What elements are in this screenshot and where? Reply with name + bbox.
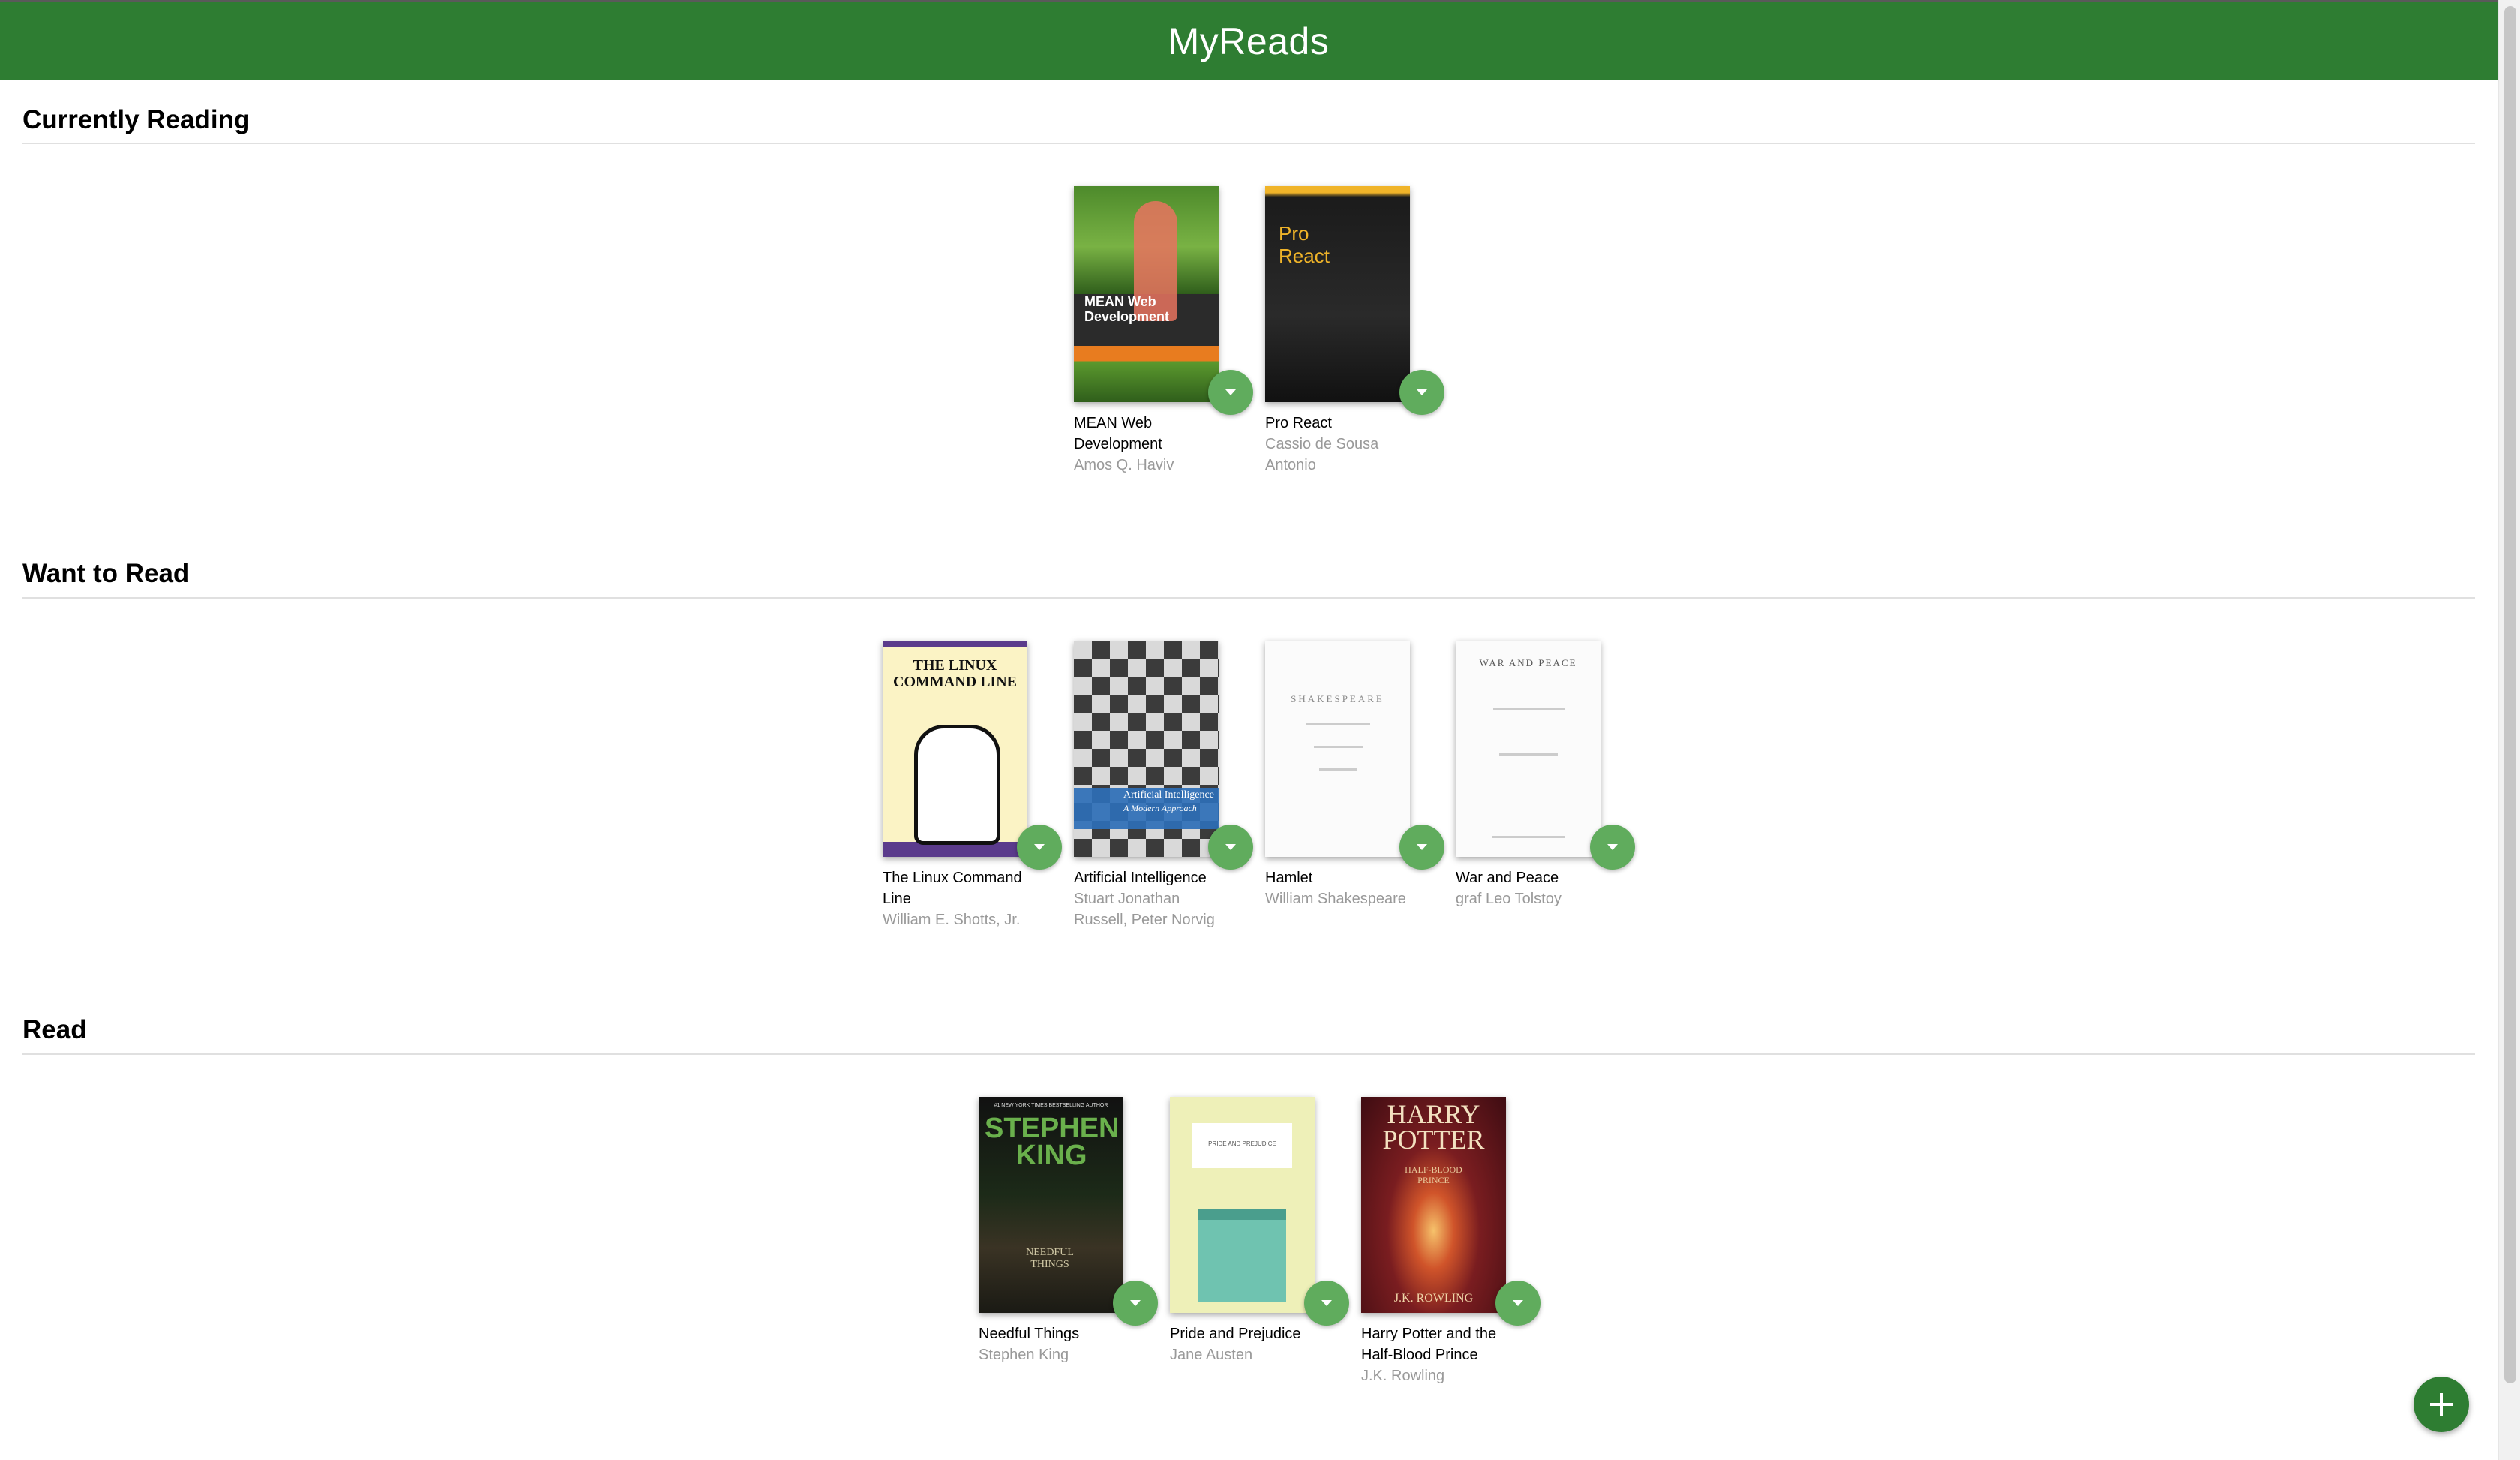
book-cover[interactable]: MEAN Web Development xyxy=(1074,186,1219,402)
text-line xyxy=(1493,708,1564,710)
scrollbar-thumb[interactable] xyxy=(2504,6,2516,1383)
cover-subtitle: HALF-BLOOD PRINCE xyxy=(1405,1164,1462,1185)
cover-author: STEPHEN KING xyxy=(985,1113,1120,1171)
cover-top-line: #1 NEW YORK TIMES BESTSELLING AUTHOR xyxy=(994,1103,1108,1108)
book-title: MEAN Web Development xyxy=(1074,415,1162,452)
shelf-changer-button[interactable] xyxy=(1590,825,1635,870)
text-line xyxy=(1314,746,1363,748)
shelf-changer-button[interactable] xyxy=(1400,370,1444,415)
cover-title: NEEDFUL THINGS xyxy=(1026,1247,1074,1270)
app-title: MyReads xyxy=(1168,20,1330,62)
shelf-changer-button[interactable] xyxy=(1400,825,1444,870)
shelf-title: Read xyxy=(22,1015,87,1044)
app-header: MyReads xyxy=(0,2,2498,80)
book-cover[interactable]: PRIDE AND PREJUDICE xyxy=(1170,1097,1315,1313)
scrollbar[interactable] xyxy=(2498,0,2520,1460)
cover-author: J.K. ROWLING xyxy=(1394,1292,1474,1305)
book-authors: William Shakespeare xyxy=(1265,891,1406,907)
text-line xyxy=(1319,768,1357,771)
cover-title: HARRY POTTER xyxy=(1382,1099,1485,1155)
book-authors: Amos Q. Haviv xyxy=(1074,457,1174,473)
house-art xyxy=(1198,1209,1286,1302)
book-title: Artificial Intelligence xyxy=(1074,870,1207,886)
cover-title: PRIDE AND PREJUDICE xyxy=(1208,1140,1276,1147)
book-cover[interactable]: WAR AND PEACE xyxy=(1456,641,1600,857)
shelf-changer-button[interactable] xyxy=(1113,1281,1158,1326)
book-title: The Linux Command Line xyxy=(883,870,1022,907)
book-cover[interactable]: THE LINUX COMMAND LINE xyxy=(883,641,1028,857)
shelf-changer-button[interactable] xyxy=(1017,825,1062,870)
text-line xyxy=(1499,753,1558,756)
arrow-drop-down-icon xyxy=(1513,1300,1523,1306)
shelf-changer-button[interactable] xyxy=(1496,1281,1540,1326)
arrow-drop-down-icon xyxy=(1417,844,1427,850)
book-cover[interactable]: HARRY POTTER HALF-BLOOD PRINCE J.K. ROWL… xyxy=(1361,1097,1506,1313)
cover-subtitle: A Modern Approach xyxy=(1124,803,1197,813)
cover-title: SHAKESPEARE xyxy=(1291,693,1384,704)
book-authors: Cassio de Sousa Antonio xyxy=(1265,436,1379,473)
book-cover[interactable]: Pro React xyxy=(1265,186,1410,402)
arrow-drop-down-icon xyxy=(1130,1300,1141,1306)
shelf-changer-button[interactable] xyxy=(1208,370,1253,415)
shelf-divider xyxy=(22,143,2475,144)
book-title: Pro React xyxy=(1265,415,1332,431)
shelf-divider xyxy=(22,597,2475,599)
book-authors: Stephen King xyxy=(979,1347,1070,1363)
text-line xyxy=(1492,836,1565,838)
book-title: War and Peace xyxy=(1456,870,1559,886)
book-title: Hamlet xyxy=(1265,870,1313,886)
book-title: Needful Things xyxy=(979,1326,1080,1342)
arrow-drop-down-icon xyxy=(1322,1300,1332,1306)
text-line xyxy=(1306,723,1370,725)
book-authors: Jane Austen xyxy=(1170,1347,1253,1363)
book-authors: J.K. Rowling xyxy=(1361,1368,1445,1384)
plus-icon xyxy=(2430,1393,2452,1416)
arrow-drop-down-icon xyxy=(1417,389,1427,395)
shelf-divider xyxy=(22,1053,2475,1055)
book-authors: Stuart Jonathan Russell, Peter Norvig xyxy=(1074,891,1215,928)
shelf-title: Currently Reading xyxy=(22,105,250,134)
arrow-drop-down-icon xyxy=(1226,844,1236,850)
book-cover[interactable]: Artificial Intelligence A Modern Approac… xyxy=(1074,641,1219,857)
book-authors: William E. Shotts, Jr. xyxy=(883,912,1021,928)
arrow-drop-down-icon xyxy=(1607,844,1618,850)
arrow-drop-down-icon xyxy=(1226,389,1236,395)
shelf-title: Want to Read xyxy=(22,559,190,588)
arrow-drop-down-icon xyxy=(1034,844,1045,850)
shelf-changer-button[interactable] xyxy=(1208,825,1253,870)
add-book-button[interactable] xyxy=(2414,1377,2469,1432)
book-authors: graf Leo Tolstoy xyxy=(1456,891,1562,907)
book-title: Harry Potter and the Half-Blood Prince xyxy=(1361,1326,1497,1363)
book-title: Pride and Prejudice xyxy=(1170,1326,1301,1342)
cover-title: THE LINUX COMMAND LINE xyxy=(893,657,1017,690)
cover-title: MEAN Web Development xyxy=(1084,294,1170,324)
cover-title: Artificial Intelligence xyxy=(1124,789,1214,801)
cover-title: Pro React xyxy=(1279,222,1330,267)
shelf-changer-button[interactable] xyxy=(1304,1281,1349,1326)
book-cover[interactable]: #1 NEW YORK TIMES BESTSELLING AUTHOR STE… xyxy=(979,1097,1124,1313)
cover-title: WAR AND PEACE xyxy=(1479,657,1577,668)
book-cover[interactable]: SHAKESPEARE xyxy=(1265,641,1410,857)
cartoon-art xyxy=(914,725,1000,845)
